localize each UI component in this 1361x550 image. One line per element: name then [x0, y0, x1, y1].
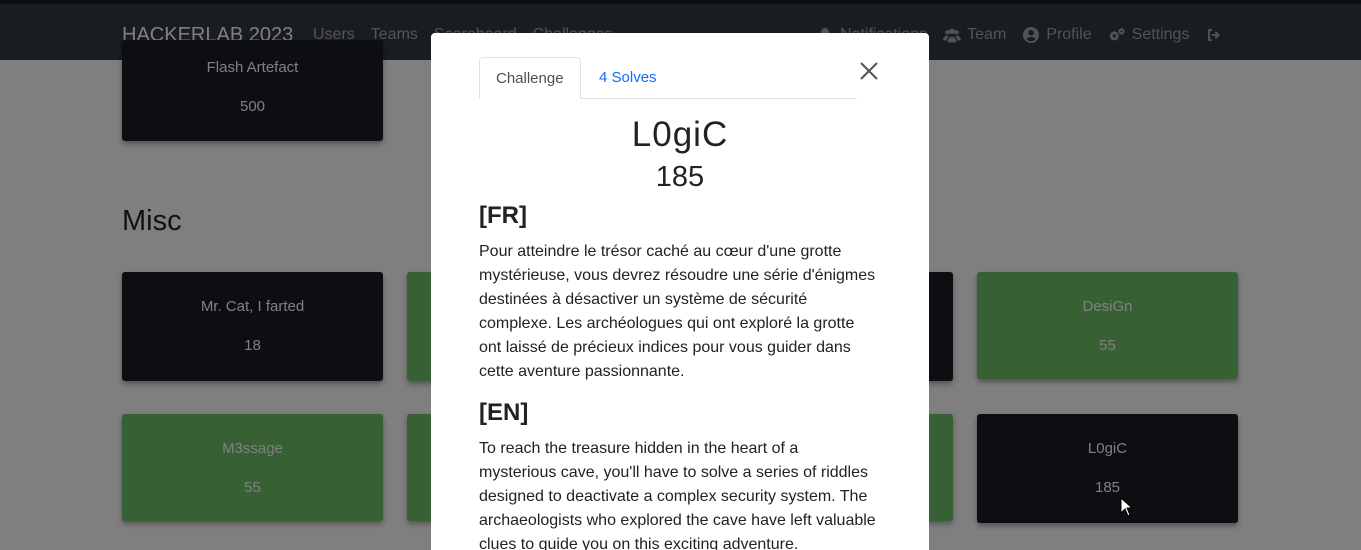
modal-tabs: Challenge 4 Solves [479, 57, 857, 99]
close-button[interactable] [859, 61, 879, 81]
challenge-modal: Challenge 4 Solves L0giC 185 [FR] Pour a… [431, 33, 929, 550]
tab-challenge[interactable]: Challenge [479, 57, 581, 99]
description-heading-fr: [FR] [479, 202, 527, 229]
mouse-cursor-icon [1120, 497, 1134, 517]
description-text-fr: Pour atteindre le trésor caché au cœur d… [479, 243, 876, 380]
challenge-points: 185 [655, 161, 705, 193]
challenge-title: L0giC [631, 115, 729, 154]
tab-solves[interactable]: 4 Solves [583, 57, 673, 99]
close-icon [860, 62, 878, 80]
description-heading-en: [EN] [479, 399, 529, 426]
description-text-en: To reach the treasure hidden in the hear… [479, 440, 876, 550]
